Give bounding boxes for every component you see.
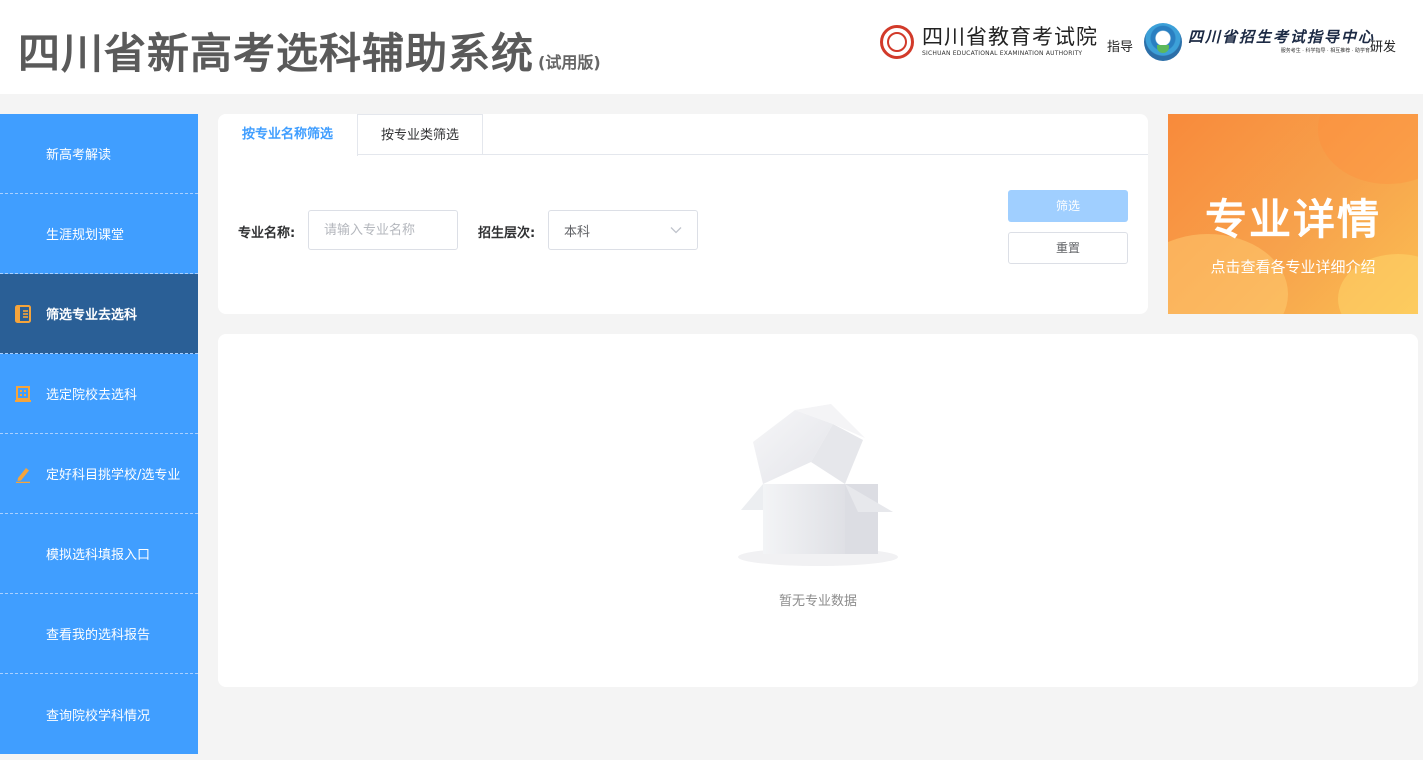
sidebar-item-school-disciplines[interactable]: 查询院校学科情况	[0, 674, 198, 754]
pencil-icon	[0, 465, 46, 483]
sidebar-item-label: 查询院校学科情况	[46, 708, 151, 724]
guidance-center-emblem-icon	[1144, 23, 1182, 61]
major-detail-banner[interactable]: 专业详情 点击查看各专业详细介绍	[1168, 114, 1418, 314]
sidebar-item-label: 定好科目挑学校/选专业	[46, 468, 181, 483]
results-panel: 暂无专业数据	[218, 334, 1418, 687]
filter-tabs: 按专业名称筛选 按专业类筛选	[218, 114, 1148, 156]
level-select-value: 本科	[564, 224, 591, 240]
sidebar-item-select-school[interactable]: 选定院校去选科	[0, 354, 198, 434]
filter-button[interactable]: 筛选	[1008, 190, 1128, 222]
sidebar-item-filter-major[interactable]: 筛选专业去选科	[0, 274, 198, 354]
sidebar-item-label: 查看我的选科报告	[46, 628, 151, 643]
sidebar-item-career-class[interactable]: 生涯规划课堂	[0, 194, 198, 274]
filter-panel: 按专业名称筛选 按专业类筛选 专业名称: 招生层次: 本科 筛选 重置	[218, 114, 1148, 314]
sidebar-item-my-report[interactable]: 查看我的选科报告	[0, 594, 198, 674]
org2-name: 四川省招生考试指导中心	[1188, 28, 1376, 46]
sidebar-item-label: 筛选专业去选科	[46, 308, 138, 323]
banner-subtitle: 点击查看各专业详细介绍	[1210, 258, 1376, 276]
book-icon	[0, 304, 46, 323]
sidebar-item-label: 生涯规划课堂	[46, 228, 125, 243]
chevron-down-icon	[670, 223, 682, 238]
sidebar-item-subjects-pick[interactable]: 定好科目挑学校/选专业	[0, 434, 198, 514]
app-title-text: 四川省新高考选科辅助系统	[18, 29, 535, 78]
banner-title: 专业详情	[1204, 195, 1381, 244]
level-select[interactable]: 本科	[548, 210, 698, 250]
sidebar-item-mock-entry[interactable]: 模拟选科填报入口	[0, 514, 198, 594]
sidebar-item-label: 新高考解读	[46, 148, 112, 163]
level-label: 招生层次:	[478, 226, 536, 241]
app-title: 四川省新高考选科辅助系统 (试用版)	[18, 20, 601, 81]
sceea-seal-icon	[880, 25, 914, 59]
sidebar: 新高考解读 生涯规划课堂 筛选专业去选科 选定院校去选科 定好科目挑学校/选专业…	[0, 114, 198, 754]
empty-text: 暂无专业数据	[778, 594, 857, 609]
major-name-label: 专业名称:	[238, 226, 296, 241]
org2-slogan: 服务考生 · 科学指导 · 相互推荐 · 助学育人	[1280, 48, 1376, 54]
org1-logo-block: 四川省教育考试院 SICHUAN EDUCATIONAL EXAMINATION…	[880, 22, 1098, 62]
tab-by-major-name[interactable]: 按专业名称筛选	[218, 114, 358, 156]
major-name-input[interactable]	[308, 210, 458, 250]
sidebar-item-label: 模拟选科填报入口	[46, 548, 151, 563]
org2-logo-block: 四川省招生考试指导中心 服务考生 · 科学指导 · 相互推荐 · 助学育人	[1144, 22, 1375, 62]
header: 四川省新高考选科辅助系统 (试用版) 四川省教育考试院 SICHUAN EDUCA…	[0, 0, 1423, 94]
app-subtitle: (试用版)	[538, 53, 601, 72]
tab-by-major-category[interactable]: 按专业类筛选	[358, 114, 483, 155]
empty-box-icon	[733, 402, 903, 572]
org1-name-en: SICHUAN EDUCATIONAL EXAMINATION AUTHORIT…	[922, 50, 1083, 57]
org2-verb: 研发	[1370, 40, 1397, 55]
org1-name: 四川省教育考试院	[922, 25, 1098, 49]
sidebar-item-new-gaokao[interactable]: 新高考解读	[0, 114, 198, 194]
reset-button[interactable]: 重置	[1008, 232, 1128, 264]
org1-verb: 指导	[1107, 40, 1134, 55]
sidebar-item-label: 选定院校去选科	[46, 388, 138, 403]
building-icon	[0, 385, 46, 402]
